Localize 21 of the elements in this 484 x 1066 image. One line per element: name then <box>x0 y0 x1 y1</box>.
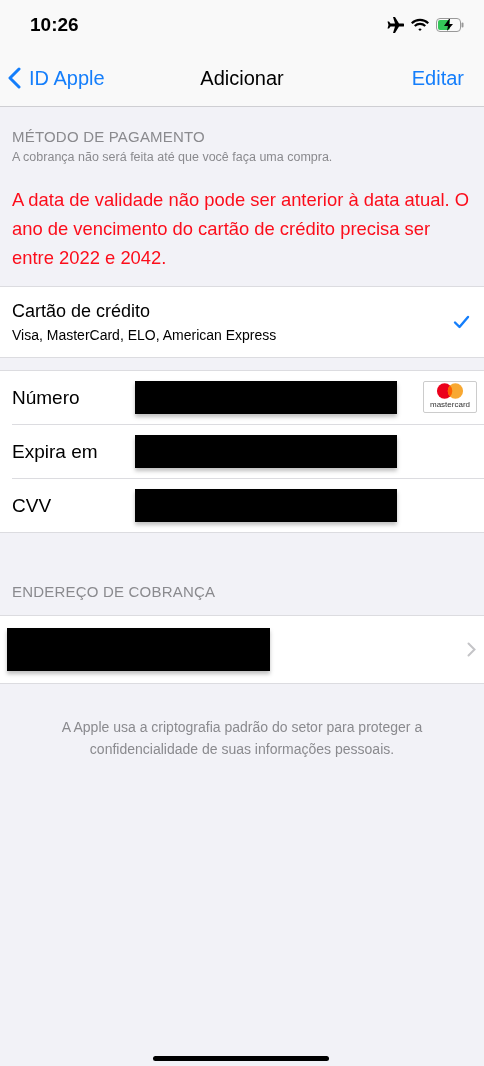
mastercard-logo: mastercard <box>423 381 477 413</box>
method-subtitle: Visa, MasterCard, ELO, American Express <box>12 327 277 343</box>
field-label: Número <box>12 386 81 409</box>
battery-charging-icon <box>436 18 464 32</box>
field-label: Expira em <box>12 440 99 463</box>
field-label: CVV <box>12 494 53 517</box>
footer-note: A Apple usa a criptografia padrão do setor para proteger a confidencialidade de suas informações pessoais. <box>60 718 424 759</box>
nav-title: Adicionar <box>200 66 284 90</box>
section-header: ENDEREÇO DE COBRANÇA <box>11 582 217 602</box>
payment-method-row[interactable]: Cartão de crédito Visa, MasterCard, ELO, American Express <box>0 287 484 357</box>
error-message: A data de validade não pode ser anterior à data atual. O ano de vencimento do cartão de crédito precisa ser entre 2022 e 2042. <box>11 188 471 270</box>
back-label[interactable]: ID Apple <box>29 66 105 90</box>
back-button[interactable]: ID Apple <box>8 66 105 90</box>
section-subtitle: A cobrança não será feita até que você faça uma compra. <box>11 149 334 164</box>
section-header: MÉTODO DE PAGAMENTO <box>11 127 206 145</box>
chevron-right-icon <box>467 642 476 657</box>
wifi-icon <box>411 18 429 32</box>
chevron-left-icon <box>8 67 21 89</box>
method-title: Cartão de crédito <box>12 301 152 322</box>
status-time: 10:26 <box>30 14 79 36</box>
edit-button[interactable]: Editar <box>411 66 464 90</box>
